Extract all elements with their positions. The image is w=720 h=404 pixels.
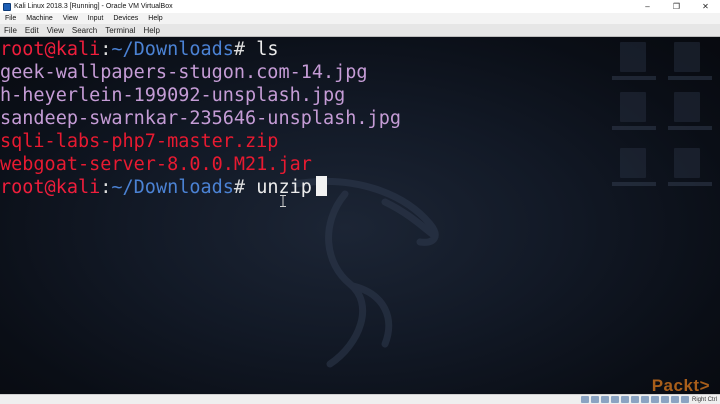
cpu-icon[interactable] bbox=[660, 396, 669, 403]
vbox-status-bar: Right Ctrl bbox=[0, 394, 720, 404]
terminal-cursor bbox=[315, 176, 327, 196]
prompt-colon: : bbox=[100, 39, 112, 60]
usb-icon[interactable] bbox=[620, 396, 629, 403]
file-entry: sandeep-swarnkar-235646-unsplash.jpg bbox=[0, 108, 401, 129]
recording-icon[interactable] bbox=[650, 396, 659, 403]
network-icon[interactable] bbox=[610, 396, 619, 403]
packt-watermark: Packt> bbox=[651, 376, 710, 394]
vbox-title-bar: Kali Linux 2018.3 [Running] - Oracle VM … bbox=[0, 0, 720, 13]
shared-folders-icon[interactable] bbox=[630, 396, 639, 403]
terminal-menu-edit[interactable]: Edit bbox=[21, 26, 43, 35]
restore-icon[interactable]: ❐ bbox=[662, 0, 691, 13]
terminal-menu-search[interactable]: Search bbox=[68, 26, 101, 35]
vbox-menu-devices[interactable]: Devices bbox=[108, 15, 143, 22]
terminal-menu-file[interactable]: File bbox=[0, 26, 21, 35]
prompt-user: root@kali bbox=[0, 177, 101, 198]
vbox-menu-help[interactable]: Help bbox=[143, 15, 167, 22]
vbox-menu-file[interactable]: File bbox=[0, 15, 21, 22]
terminal-menu-terminal[interactable]: Terminal bbox=[101, 26, 139, 35]
terminal-line-unzip: root@kali:~/Downloads# unzip bbox=[0, 176, 720, 199]
prompt-path: ~/Downloads bbox=[111, 177, 234, 198]
text-cursor-icon bbox=[280, 195, 286, 207]
file-entry: sqli-labs-php7-master.zip bbox=[0, 131, 279, 152]
mouse-integration-icon[interactable] bbox=[670, 396, 679, 403]
vbox-menu-input[interactable]: Input bbox=[83, 15, 109, 22]
file-entry: h-heyerlein-199092-unsplash.jpg bbox=[0, 85, 346, 106]
prompt-symbol: # bbox=[233, 177, 246, 198]
display-icon[interactable] bbox=[640, 396, 649, 403]
prompt-colon: : bbox=[100, 177, 112, 198]
terminal-line-ls: root@kali:~/Downloads# ls bbox=[0, 38, 720, 61]
terminal-output[interactable]: root@kali:~/Downloads# ls geek-wallpaper… bbox=[0, 38, 720, 199]
hard-disk-icon[interactable] bbox=[580, 396, 589, 403]
close-icon[interactable]: ✕ bbox=[691, 0, 720, 13]
keyboard-icon[interactable] bbox=[680, 396, 689, 403]
optical-drive-icon[interactable] bbox=[590, 396, 599, 403]
file-entry: geek-wallpapers-stugon.com-14.jpg bbox=[0, 62, 368, 83]
vbox-menu-machine[interactable]: Machine bbox=[21, 15, 57, 22]
file-entry: webgoat-server-8.0.0.M21.jar bbox=[0, 154, 312, 175]
terminal-menu-view[interactable]: View bbox=[43, 26, 68, 35]
audio-icon[interactable] bbox=[600, 396, 609, 403]
vbox-menu-bar: File Machine View Input Devices Help bbox=[0, 13, 720, 24]
command-text: ls bbox=[256, 39, 279, 60]
window-title: Kali Linux 2018.3 [Running] - Oracle VM … bbox=[14, 3, 173, 10]
virtualbox-icon bbox=[3, 2, 11, 11]
host-key-label: Right Ctrl bbox=[691, 396, 717, 403]
prompt-symbol: # bbox=[233, 39, 246, 60]
prompt-user: root@kali bbox=[0, 39, 101, 60]
minimize-icon[interactable]: – bbox=[633, 0, 662, 13]
terminal-menu-bar: File Edit View Search Terminal Help bbox=[0, 24, 720, 37]
terminal-menu-help[interactable]: Help bbox=[139, 26, 163, 35]
window-controls: – ❐ ✕ bbox=[633, 0, 720, 13]
vbox-menu-view[interactable]: View bbox=[58, 15, 83, 22]
prompt-path: ~/Downloads bbox=[111, 39, 234, 60]
guest-screen: File Edit View Search Terminal Help root… bbox=[0, 24, 720, 394]
